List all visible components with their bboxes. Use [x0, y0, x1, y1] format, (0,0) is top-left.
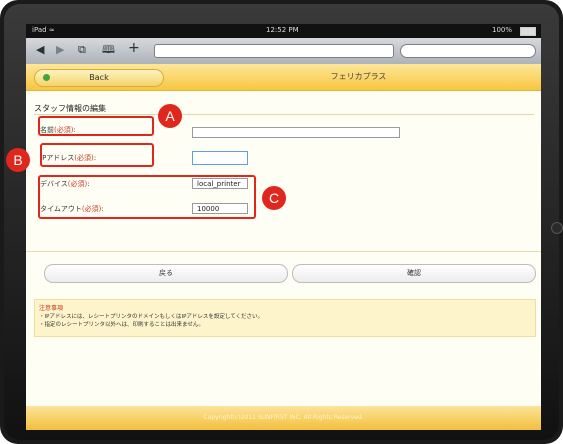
back-button-label: Back — [89, 73, 109, 82]
home-button[interactable] — [551, 222, 563, 234]
notes-line-2: ・指定のレシートプリンタ以外へは、印刷することは出来ません。 — [39, 322, 204, 328]
add-icon[interactable]: + — [128, 41, 140, 55]
ipad-screen: iPad ≈ 12:52 PM 100% ◀ ▶ ⧉ 🕮 + Back フェリカ… — [26, 24, 541, 430]
copyright-text: Copyright(c)2011 SUNFIRST INC. All Right… — [203, 414, 364, 421]
section-divider — [34, 114, 534, 115]
status-bar: iPad ≈ 12:52 PM 100% — [26, 24, 541, 38]
annotation-marker-b: B — [6, 148, 30, 172]
ipad-frame: iPad ≈ 12:52 PM 100% ◀ ▶ ⧉ 🕮 + Back フェリカ… — [0, 0, 563, 444]
footer: Copyright(c)2011 SUNFIRST INC. All Right… — [26, 406, 541, 430]
annotation-box-b — [40, 143, 154, 167]
device-label: iPad ≈ — [32, 26, 55, 34]
annotation-marker-c: C — [262, 186, 286, 210]
annotation-marker-a: A — [158, 104, 182, 128]
page-title: フェリカプラス — [330, 72, 387, 81]
back-form-button[interactable]: 戻る — [44, 264, 288, 283]
main-content: スタッフ情報の編集 名前(必須): IPアドレス(必須): デバイス(必須): … — [26, 91, 541, 406]
back-icon[interactable]: ◀ — [36, 44, 44, 56]
notes-box: 注意事項 ・IPアドレスには、レシートプリンタのドメインもしくはIPアドレスを設… — [34, 299, 536, 337]
browser-toolbar: ◀ ▶ ⧉ 🕮 + — [26, 38, 541, 65]
app-header: Back フェリカプラス — [26, 64, 541, 91]
name-input[interactable] — [192, 127, 400, 138]
annotation-box-a — [38, 116, 154, 136]
back-dot-icon — [43, 74, 50, 81]
notes-title: 注意事項 — [39, 305, 64, 312]
section-title: スタッフ情報の編集 — [34, 104, 106, 113]
bookmarks-icon[interactable]: 🕮 — [102, 44, 115, 56]
forward-icon[interactable]: ▶ — [56, 44, 64, 56]
back-button[interactable]: Back — [34, 69, 164, 87]
status-time: 12:52 PM — [266, 26, 299, 34]
ip-address-input[interactable] — [192, 151, 248, 165]
confirm-button[interactable]: 確認 — [292, 264, 536, 283]
battery-level: 100% — [492, 26, 513, 34]
form-divider — [26, 251, 541, 252]
pages-icon[interactable]: ⧉ — [78, 44, 86, 56]
annotation-box-c — [38, 175, 256, 219]
address-bar[interactable] — [154, 44, 394, 58]
search-field[interactable] — [400, 44, 536, 58]
notes-line-1: ・IPアドレスには、レシートプリンタのドメインもしくはIPアドレスを設定してくだ… — [39, 314, 264, 320]
battery-icon — [520, 27, 536, 36]
